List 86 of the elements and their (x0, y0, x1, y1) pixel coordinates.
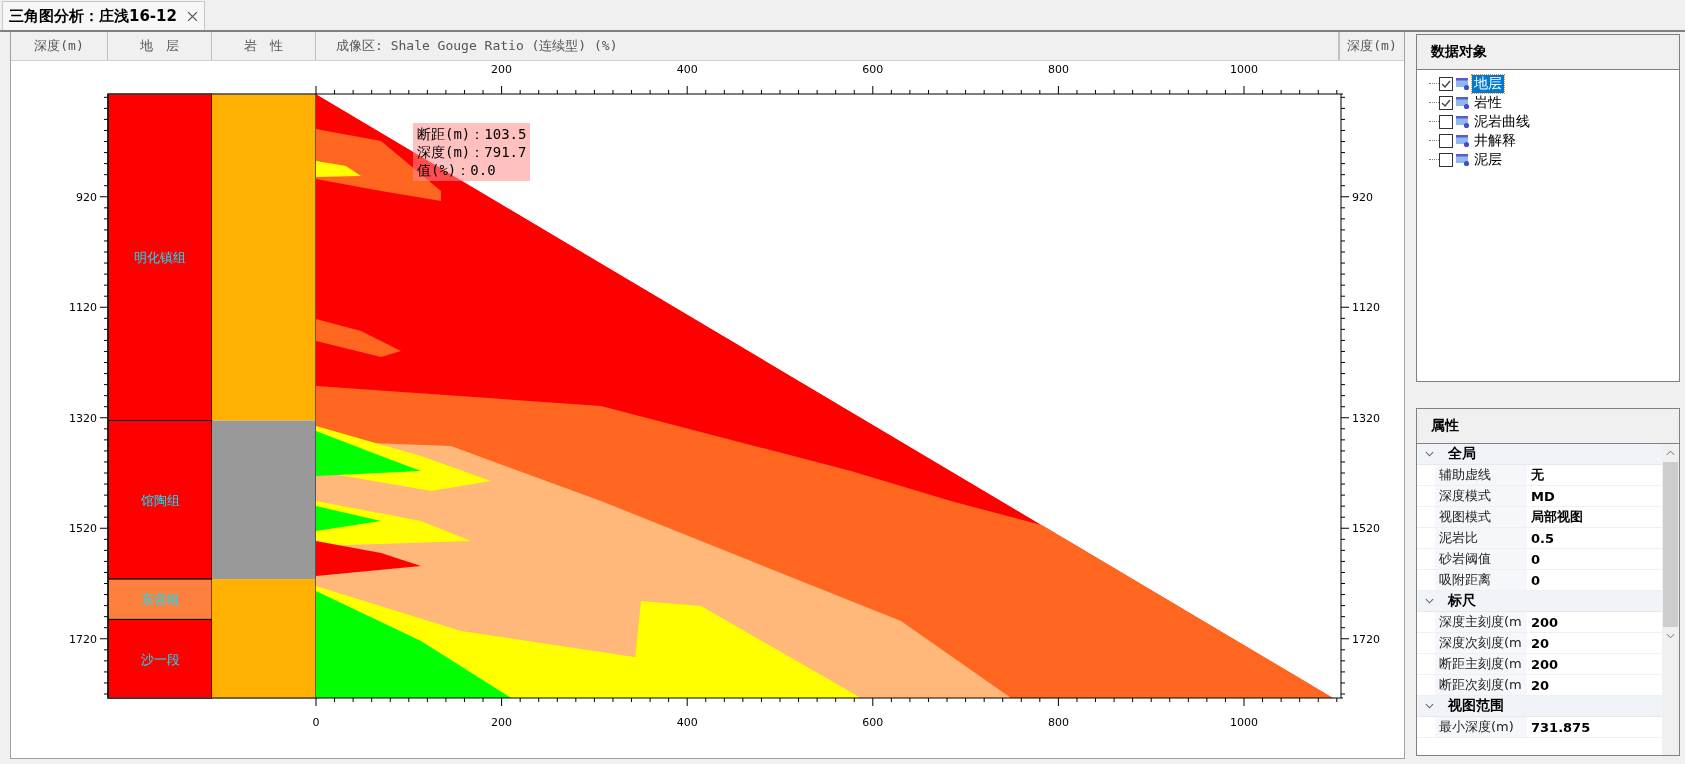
tick-label: 800 (1047, 716, 1069, 729)
data-layer-icon (1456, 133, 1470, 148)
close-icon[interactable] (187, 10, 198, 22)
panel-title: 属性 (1417, 409, 1679, 444)
tick-label: 920 (1352, 190, 1373, 204)
checkbox[interactable] (1439, 133, 1453, 148)
tick-label: 1520 (69, 522, 97, 536)
group-label: 视图范围 (1448, 697, 1504, 715)
data-layer-icon (1456, 152, 1470, 167)
property-value[interactable]: 0 (1527, 549, 1662, 569)
data-layer-icon (1456, 76, 1470, 91)
property-name: 最小深度(m) (1435, 717, 1527, 737)
property-name: 深度模式 (1435, 486, 1527, 506)
tick-label: 1520 (1352, 522, 1380, 536)
tab[interactable]: 三角图分析：庄浅16-12 (2, 1, 205, 30)
stratum-label: 东营组 (140, 592, 180, 608)
tooltip-text: 值(%)：0.0 (417, 161, 497, 179)
tree-item[interactable]: 泥层 (1472, 150, 1504, 169)
tick-label: 1720 (1352, 632, 1380, 646)
property-value[interactable]: MD (1527, 486, 1662, 506)
scroll-up-icon[interactable] (1666, 450, 1675, 456)
tick-label: 1120 (69, 301, 97, 315)
tick-label: 1120 (1352, 301, 1380, 315)
property-value[interactable]: 无 (1527, 465, 1662, 485)
tick-label: 1320 (69, 411, 97, 425)
column-header: 深度(m) (11, 32, 108, 60)
property-name: 辅助虚线 (1435, 465, 1527, 485)
property-value[interactable]: 0 (1527, 570, 1662, 590)
stratum-label: 沙一段 (140, 651, 180, 667)
property-group[interactable]: 全局 (1417, 444, 1662, 465)
chevron-icon[interactable] (1425, 451, 1434, 457)
tick-label: 1720 (69, 632, 97, 646)
data-layer-icon (1456, 95, 1470, 110)
checkbox[interactable] (1439, 152, 1453, 167)
property-value[interactable]: 731.875 (1527, 717, 1662, 737)
tick-label: 400 (676, 63, 698, 76)
property-name: 深度主刻度(m (1435, 612, 1527, 632)
group-label: 标尺 (1448, 592, 1476, 610)
tick-label: 1320 (1352, 411, 1380, 425)
tick-label: 920 (76, 190, 97, 204)
property-value[interactable]: 局部视图 (1527, 507, 1662, 527)
checkbox[interactable] (1439, 76, 1453, 91)
tree-item[interactable]: 泥岩曲线 (1472, 112, 1532, 131)
property-group[interactable]: 标尺 (1417, 591, 1662, 612)
tick-label: 400 (676, 716, 698, 729)
scroll-down-icon[interactable] (1666, 633, 1675, 639)
tick-label: 200 (491, 63, 513, 76)
tick-label: 1000 (1230, 716, 1258, 729)
tick-label: 0 (312, 716, 320, 729)
property-name: 断距主刻度(m (1435, 654, 1527, 674)
column-header: 地 层 (108, 32, 212, 60)
property-value[interactable]: 0.5 (1527, 528, 1662, 548)
tick-label: 600 (862, 716, 884, 729)
tooltip-text: 断距(m)：103.5 (417, 125, 527, 143)
property-group[interactable]: 视图范围 (1417, 696, 1662, 717)
tooltip-text: 深度(m)：791.7 (417, 143, 527, 161)
tree-item[interactable]: 井解释 (1472, 131, 1518, 150)
tick-label: 600 (862, 63, 884, 76)
property-value[interactable]: 200 (1527, 612, 1662, 632)
tick-label: 200 (491, 716, 513, 729)
panel-title: 数据对象 (1417, 35, 1679, 70)
property-name: 视图模式 (1435, 507, 1527, 527)
property-value[interactable]: 20 (1527, 675, 1662, 695)
property-value[interactable]: 20 (1527, 633, 1662, 653)
column-header: 深度(m) (1339, 32, 1404, 60)
property-name: 吸附距离 (1435, 570, 1527, 590)
property-name: 断距次刻度(m (1435, 675, 1527, 695)
group-label: 全局 (1448, 445, 1476, 463)
scrollbar[interactable] (1662, 444, 1679, 755)
property-name: 泥岩比 (1435, 528, 1527, 548)
chevron-icon[interactable] (1425, 703, 1434, 709)
chevron-icon[interactable] (1425, 598, 1434, 604)
property-name: 砂岩阈值 (1435, 549, 1527, 569)
data-layer-icon (1456, 114, 1470, 129)
tree-item[interactable]: 地层 (1472, 74, 1504, 93)
column-header: 成像区: Shale Gouge Ratio (连续型) (%) (316, 32, 1339, 60)
tick-label: 1000 (1230, 63, 1258, 76)
column-header: 岩 性 (212, 32, 316, 60)
checkbox[interactable] (1439, 95, 1453, 110)
property-name: 深度次刻度(m (1435, 633, 1527, 653)
tick-label: 800 (1047, 63, 1069, 76)
stratum-label: 馆陶组 (140, 492, 180, 508)
property-value[interactable]: 200 (1527, 654, 1662, 674)
stratum-label: 明化镇组 (134, 250, 186, 266)
tree-item[interactable]: 岩性 (1472, 93, 1504, 112)
checkbox[interactable] (1439, 114, 1453, 129)
